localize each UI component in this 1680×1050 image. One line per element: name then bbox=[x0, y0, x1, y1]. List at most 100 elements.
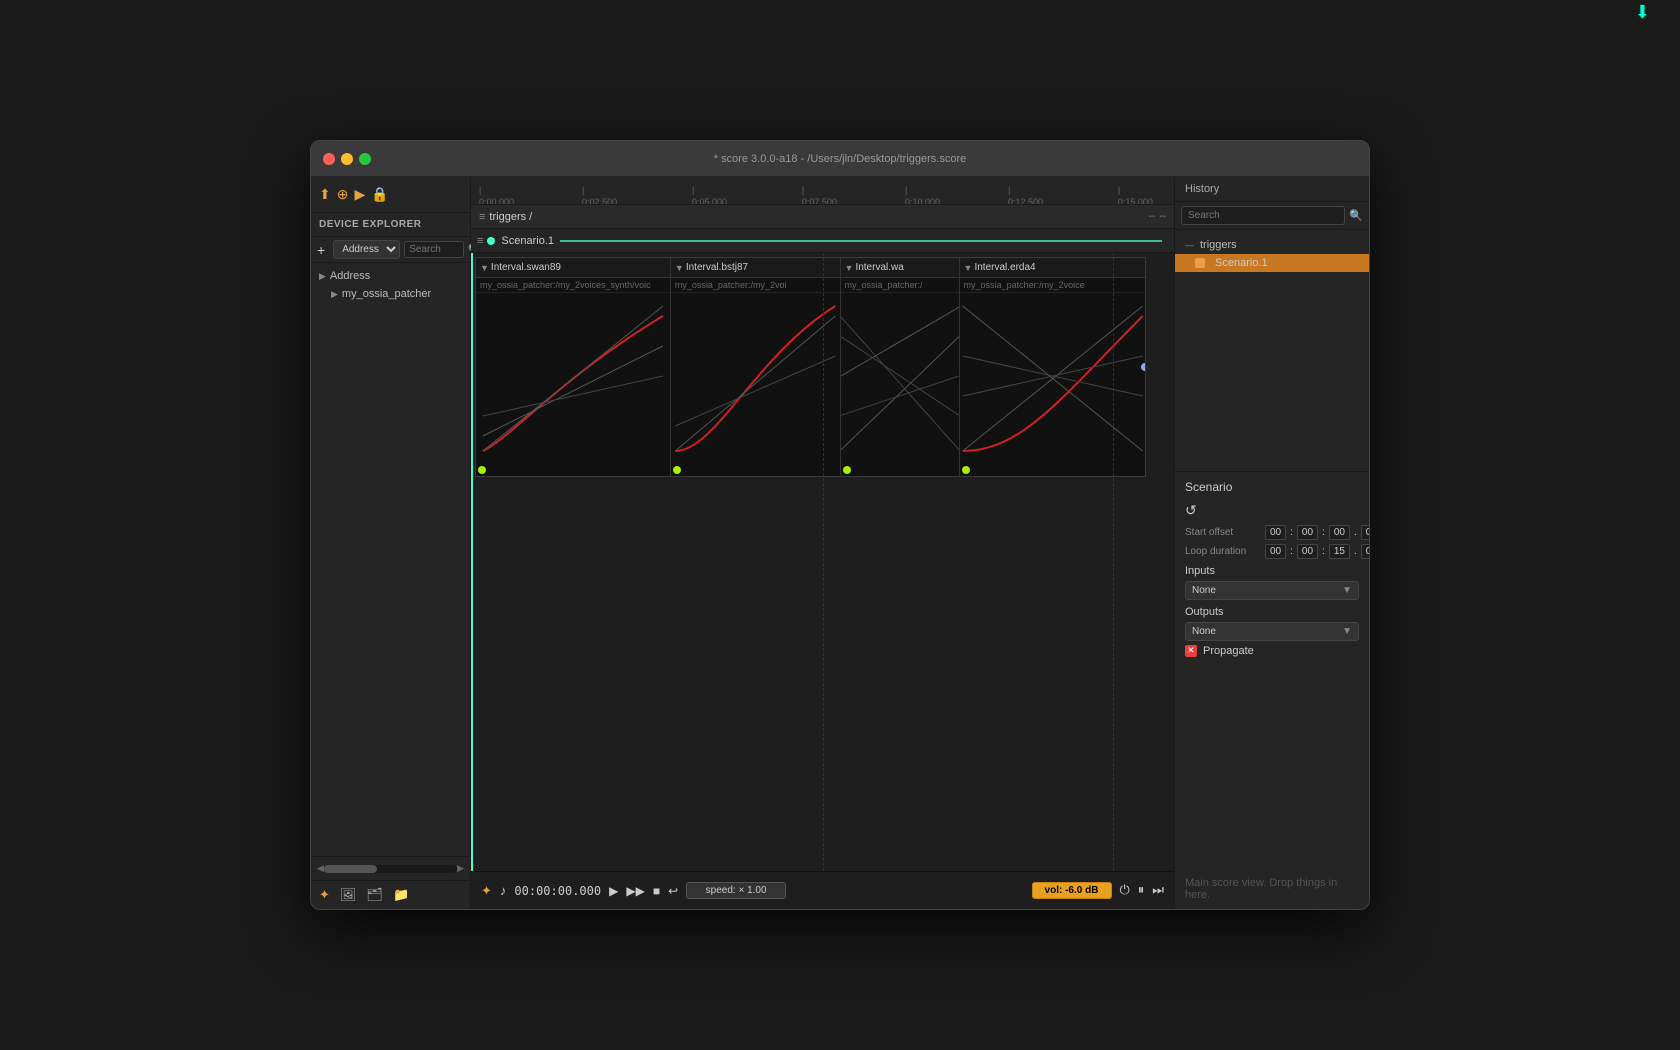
propagate-label: Propagate bbox=[1203, 645, 1254, 657]
scroll-track[interactable] bbox=[324, 865, 457, 873]
outputs-section-label: Outputs bbox=[1185, 606, 1359, 618]
inputs-section-label: Inputs bbox=[1185, 565, 1359, 577]
propagate-row: ✕ Propagate bbox=[1185, 645, 1359, 657]
transport-play-fast-button[interactable]: ▶▶ bbox=[626, 884, 644, 898]
ruler-mark-3: 0:07.500 bbox=[802, 185, 837, 205]
history-search-icon[interactable]: 🔍 bbox=[1349, 209, 1363, 222]
interval-bstj87[interactable]: ▼ Interval.bstj87 my_ossia_patcher:/my_2… bbox=[671, 258, 841, 476]
breadcrumb-menu-icon[interactable]: ≡ bbox=[479, 211, 485, 223]
address-select[interactable]: Address bbox=[333, 240, 400, 259]
close-button[interactable] bbox=[323, 153, 335, 165]
device-tree: ▶ Address ▶ my_ossia_patcher bbox=[311, 263, 470, 856]
scene-icon[interactable]: ✦ bbox=[319, 887, 330, 903]
loop-sep2: : bbox=[1318, 545, 1329, 558]
tree-root-address[interactable]: ▶ Address bbox=[311, 267, 470, 285]
interval-wa-header: ▼ Interval.wa bbox=[841, 258, 959, 278]
vol-display[interactable]: vol: -6.0 dB bbox=[1032, 882, 1112, 899]
dash-icon-1: -- bbox=[1149, 211, 1156, 222]
outputs-value: None bbox=[1192, 626, 1342, 637]
search-input[interactable] bbox=[404, 241, 464, 258]
interval-erda4-end-dot bbox=[1141, 363, 1145, 371]
propagate-remove-button[interactable]: ✕ bbox=[1185, 645, 1197, 657]
start-offset-m[interactable]: 00 bbox=[1297, 525, 1318, 540]
loop-duration-ms[interactable]: 000 bbox=[1361, 544, 1369, 559]
interval-bstj87-start-dot bbox=[673, 466, 681, 474]
search-row: + Address 🔍 bbox=[311, 237, 470, 263]
scroll-right-icon[interactable]: ▶ bbox=[457, 863, 464, 874]
interval-wa-subtitle: my_ossia_patcher:/ bbox=[841, 278, 959, 293]
inputs-value: None bbox=[1192, 585, 1342, 596]
breadcrumb-bar: ≡ triggers / -- -- bbox=[471, 205, 1174, 229]
dash-icon-2: -- bbox=[1159, 211, 1166, 222]
add-tool-icon[interactable]: ⊕ bbox=[337, 186, 349, 203]
timeline-ruler: 0:00.000 0:02.500 0:05.000 0:07.500 0:10… bbox=[471, 177, 1174, 205]
tree-child-patcher[interactable]: ▶ my_ossia_patcher bbox=[311, 285, 470, 303]
transport-play-button[interactable]: ▶ bbox=[609, 884, 618, 898]
canvas-area[interactable]: ▼ Interval.swan89 my_ossia_patcher:/my_2… bbox=[471, 253, 1174, 871]
interval-swan89-start-dot bbox=[478, 466, 486, 474]
music-transport-icon[interactable]: ♪ bbox=[500, 883, 507, 898]
history-header: History bbox=[1175, 177, 1369, 202]
file-icon[interactable]: 📁 bbox=[393, 887, 409, 903]
maximize-button[interactable] bbox=[359, 153, 371, 165]
history-root-arrow: — bbox=[1185, 240, 1194, 250]
add-device-button[interactable]: + bbox=[317, 242, 325, 258]
transport-stop-button[interactable]: ■ bbox=[653, 884, 660, 898]
transport-return-button[interactable]: ↩ bbox=[668, 884, 678, 898]
interval-swan89-curve bbox=[476, 296, 670, 456]
ruler-marks: 0:00.000 0:02.500 0:05.000 0:07.500 0:10… bbox=[479, 177, 1166, 204]
interval-wa-title: Interval.wa bbox=[855, 262, 903, 273]
device-explorer-header: DEVICE EXPLORER bbox=[311, 213, 470, 237]
device-explorer-title: DEVICE EXPLORER bbox=[319, 219, 462, 230]
loop-icon[interactable]: ↺ bbox=[1185, 502, 1197, 518]
minimize-button[interactable] bbox=[341, 153, 353, 165]
scroll-thumb bbox=[324, 865, 377, 873]
history-tree: — triggers Scenario.1 bbox=[1175, 230, 1369, 471]
power-icon[interactable]: ⏻ bbox=[1120, 882, 1130, 899]
interval-bstj87-curve bbox=[671, 296, 840, 456]
history-child-scenario1[interactable]: Scenario.1 bbox=[1175, 254, 1369, 272]
start-offset-sep3: . bbox=[1350, 526, 1361, 539]
center-area: 0:00.000 0:02.500 0:05.000 0:07.500 0:10… bbox=[471, 177, 1174, 909]
guide-line-2 bbox=[1113, 253, 1114, 871]
interval-erda4[interactable]: ▼ Interval.erda4 my_ossia_patcher:/my_2v… bbox=[960, 258, 1145, 476]
timeline-cursor bbox=[471, 253, 473, 871]
start-offset-ms[interactable]: 000 bbox=[1361, 525, 1369, 540]
window-title: * score 3.0.0-a18 - /Users/jln/Desktop/t… bbox=[714, 153, 967, 165]
history-child-icon bbox=[1195, 258, 1205, 268]
start-offset-sep1: : bbox=[1286, 526, 1297, 539]
right-search-row: 🔍 bbox=[1175, 202, 1369, 230]
play-tool-icon[interactable]: ▶ bbox=[354, 186, 365, 203]
forward-icon[interactable]: ⏭ bbox=[1152, 882, 1164, 899]
folder-icon[interactable]: 🗂 bbox=[366, 887, 383, 903]
interval-swan89[interactable]: ▼ Interval.swan89 my_ossia_patcher:/my_2… bbox=[476, 258, 671, 476]
inputs-dropdown[interactable]: None ▼ bbox=[1185, 581, 1359, 600]
history-search-input[interactable] bbox=[1181, 206, 1345, 225]
pause-icon[interactable]: ⏸ bbox=[1138, 882, 1145, 899]
start-offset-h[interactable]: 00 bbox=[1265, 525, 1286, 540]
interval-wa[interactable]: ▼ Interval.wa my_ossia_patcher:/ bbox=[841, 258, 960, 476]
scenario-panel: Scenario ↺ Start offset 00 : 00 : 00 . 0… bbox=[1175, 471, 1369, 665]
main-score-hint: Main score view. Drop things in here. bbox=[1175, 665, 1369, 910]
scroll-left-icon[interactable]: ◀ bbox=[317, 863, 324, 874]
start-offset-s[interactable]: 00 bbox=[1329, 525, 1350, 540]
loop-duration-s[interactable]: 15 bbox=[1329, 544, 1350, 559]
loop-duration-h[interactable]: 00 bbox=[1265, 544, 1286, 559]
speed-display[interactable]: speed: × 1.00 bbox=[686, 882, 786, 899]
scenario-menu-icon[interactable]: ≡ bbox=[477, 235, 483, 247]
interval-bstj87-title: Interval.bstj87 bbox=[686, 262, 748, 273]
media-icon[interactable]: 🖼 bbox=[340, 887, 357, 903]
lock-tool-icon[interactable]: 🔒 bbox=[371, 186, 388, 203]
scene-transport-icon[interactable]: ✦ bbox=[481, 883, 492, 899]
ruler-mark-4: 0:10.000 bbox=[905, 185, 940, 205]
loop-duration-m[interactable]: 00 bbox=[1297, 544, 1318, 559]
ruler-mark-2: 0:05.000 bbox=[692, 185, 727, 205]
scenario-bar[interactable]: ≡ Scenario.1 bbox=[471, 229, 1174, 253]
cursor-tool-icon[interactable]: ⬆ bbox=[319, 186, 331, 203]
history-root-triggers[interactable]: — triggers bbox=[1175, 236, 1369, 254]
transport-time: 00:00:00.000 bbox=[514, 884, 601, 898]
loop-duration-row: Loop duration 00 : 00 : 15 . 000 bbox=[1185, 544, 1359, 559]
outputs-dropdown[interactable]: None ▼ bbox=[1185, 622, 1359, 641]
right-sidebar: History 🔍 — triggers Scenario.1 Scenario bbox=[1174, 177, 1369, 909]
loop-sep3: . bbox=[1350, 545, 1361, 558]
